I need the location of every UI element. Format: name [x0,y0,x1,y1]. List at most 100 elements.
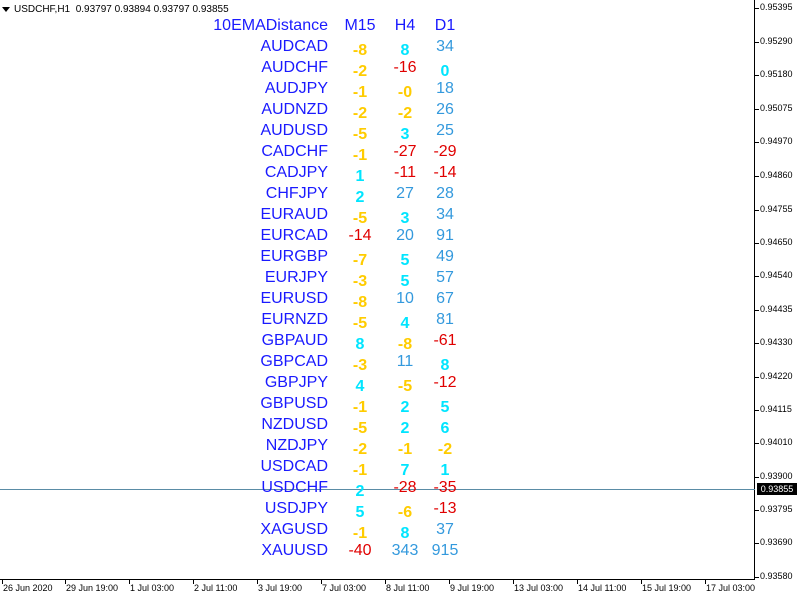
value-m15: -8 [352,42,368,59]
value-m15: -3 [352,357,368,374]
value-d1: -2 [437,441,453,458]
value-h4: -28 [393,479,417,496]
symbol-label: XAGUSD [260,521,328,538]
value-m15: -7 [352,252,368,269]
value-h4: -11 [394,164,416,181]
value-d1: 81 [436,311,454,328]
value-d1: 67 [436,290,454,307]
time-tick-label: 2 Jul 11:00 [194,583,238,593]
symbol-label: CHFJPY [265,185,328,202]
value-d1: 915 [431,542,459,559]
column-header-m15: M15 [344,17,376,34]
value-m15: -2 [352,105,368,122]
dropdown-triangle-icon[interactable] [2,6,10,12]
symbol-label: NZDUSD [261,416,328,433]
price-tick-label: 0.94220 [760,371,793,381]
symbol-label: USDCHF [261,479,328,496]
price-tick [755,377,759,378]
symbol-label: AUDCHF [261,59,328,76]
value-d1: 25 [436,122,454,139]
price-tick-label: 0.93900 [760,471,793,481]
value-d1: -12 [433,374,457,391]
symbol-label: AUDCAD [260,38,328,55]
price-tick [755,443,759,444]
price-tick [755,543,759,544]
symbol-label: AUDJPY [264,80,328,97]
symbol-label: AUDNZD [261,101,328,118]
value-h4: 7 [400,462,410,479]
time-tick-label: 17 Jul 03:00 [706,583,756,593]
value-m15: -5 [352,126,368,143]
value-d1: 91 [436,227,454,244]
value-h4: -16 [393,59,417,76]
column-header-d1: D1 [434,17,456,34]
price-tick [755,343,759,344]
column-header-h4: H4 [394,17,416,34]
chart-symbol: USDCHF,H1 [14,3,71,15]
price-tick-label: 0.95180 [760,69,793,79]
value-m15: 1 [355,168,365,185]
value-h4: 2 [400,420,410,437]
value-h4: -8 [397,336,413,353]
value-h4: 2 [400,399,410,416]
value-h4: -1 [397,441,413,458]
value-h4: 10 [396,290,414,307]
time-tick-label: 3 Jul 19:00 [258,583,303,593]
value-h4: 11 [396,353,414,370]
time-tick-label: 14 Jul 11:00 [578,583,627,593]
time-tick-label: 9 Jul 19:00 [450,583,495,593]
price-tick-label: 0.94540 [760,270,793,280]
symbol-label: EURAUD [260,206,328,223]
price-tick-label: 0.94755 [760,204,793,214]
price-tick [755,210,759,211]
price-tick [755,510,759,511]
chart-open: 0.93797 [75,3,112,15]
value-m15: -8 [352,294,368,311]
value-m15: -1 [352,84,368,101]
price-tick-label: 0.93580 [760,571,793,581]
price-tick [755,477,759,478]
chart-header: USDCHF,H1 0.93797 0.93894 0.93797 0.9385… [2,2,229,16]
price-tick [755,8,759,9]
price-tick-label: 0.94970 [760,136,793,146]
time-tick-label: 13 Jul 03:00 [514,583,564,593]
symbol-label: CADJPY [264,164,328,181]
value-m15: -1 [352,147,368,164]
value-h4: 20 [396,227,414,244]
value-h4: -0 [397,84,413,101]
price-tick [755,276,759,277]
value-m15: 4 [355,378,365,395]
value-h4: 3 [400,126,410,143]
chart-high: 0.93894 [114,3,151,15]
symbol-label: AUDUSD [260,122,328,139]
value-h4: 27 [396,185,414,202]
symbol-label: CADCHF [261,143,328,160]
value-h4: -27 [393,143,417,160]
price-tick [755,577,759,578]
value-m15: 8 [355,336,365,353]
symbol-label: EURCAD [260,227,328,244]
price-tick [755,142,759,143]
symbol-label: GBPUSD [260,395,328,412]
value-m15: 5 [355,504,365,521]
value-h4: 5 [400,252,410,269]
value-m15: -5 [352,420,368,437]
value-h4: -2 [397,105,413,122]
value-d1: 28 [436,185,454,202]
value-h4: -5 [397,378,413,395]
value-d1: -14 [433,164,457,181]
value-m15: -2 [352,63,368,80]
price-tick-label: 0.95075 [760,103,793,113]
price-tick-label: 0.94010 [760,437,793,447]
current-price-label: 0.93855 [757,483,797,495]
value-h4: 5 [400,273,410,290]
value-m15: -1 [352,525,368,542]
price-tick-label: 0.94435 [760,304,793,314]
value-h4: 343 [391,542,419,559]
value-d1: 26 [436,101,454,118]
symbol-label: GBPJPY [264,374,328,391]
value-m15: -40 [348,542,372,559]
time-tick-label: 1 Jul 03:00 [130,583,175,593]
chart-window[interactable]: 0.93855 USDCHF,H1 0.93797 0.93894 0.9379… [0,0,800,600]
value-d1: -13 [433,500,457,517]
